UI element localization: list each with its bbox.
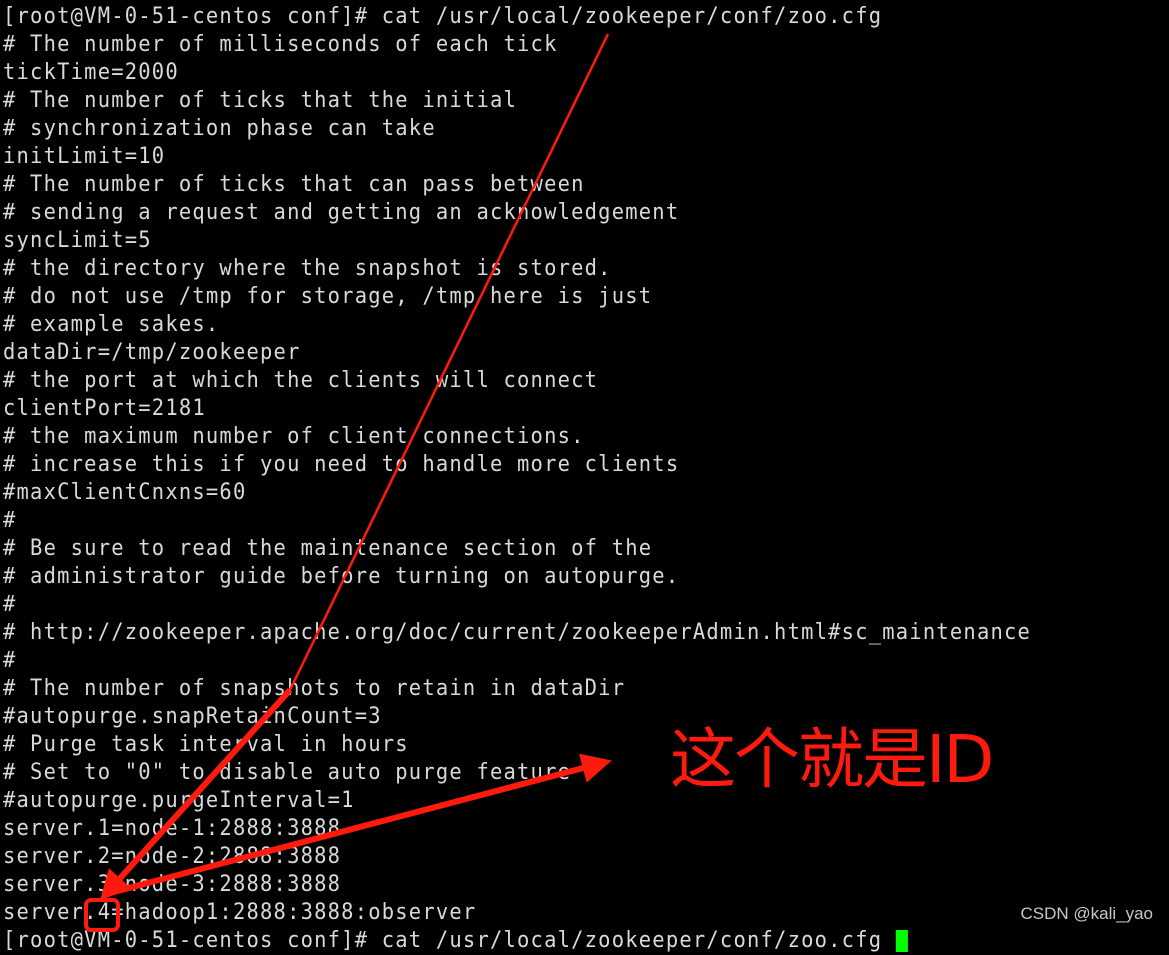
- terminal-window[interactable]: [root@VM-0-51-centos conf]# cat /usr/loc…: [0, 0, 1169, 953]
- config-line: server.3=node-3:2888:3888: [3, 872, 342, 897]
- config-line: # do not use /tmp for storage, /tmp here…: [3, 284, 653, 309]
- config-line: # The number of milliseconds of each tic…: [3, 32, 558, 57]
- config-line: # Purge task interval in hours: [3, 732, 409, 757]
- config-line: clientPort=2181: [3, 396, 206, 421]
- watermark: CSDN @kali_yao: [1020, 904, 1153, 923]
- config-line: #: [3, 508, 17, 533]
- config-line: # administrator guide before turning on …: [3, 564, 680, 589]
- config-line: # the port at which the clients will con…: [3, 368, 599, 393]
- config-line: # Set to "0" to disable auto purge featu…: [3, 760, 572, 785]
- annotation-label: 这个就是ID: [670, 721, 994, 798]
- config-line: # sending a request and getting an ackno…: [3, 200, 680, 225]
- config-line: #: [3, 648, 17, 673]
- config-line: # The number of snapshots to retain in d…: [3, 676, 626, 701]
- config-line: server.2=node-2:2888:3888: [3, 844, 342, 869]
- shell-prompt-line: [root@VM-0-51-centos conf]# cat /usr/loc…: [3, 927, 908, 955]
- config-line: #maxClientCnxns=60: [3, 480, 247, 505]
- config-line: # The number of ticks that can pass betw…: [3, 172, 585, 197]
- config-line: initLimit=10: [3, 144, 166, 169]
- config-line: # synchronization phase can take: [3, 116, 436, 141]
- config-line: # the directory where the snapshot is st…: [3, 256, 612, 281]
- config-line: # the maximum number of client connectio…: [3, 424, 585, 449]
- config-line: # example sakes.: [3, 312, 220, 337]
- config-line: # The number of ticks that the initial: [3, 88, 518, 113]
- shell-prompt-line: [root@VM-0-51-centos conf]# cat /usr/loc…: [3, 4, 883, 29]
- config-line: server.1=node-1:2888:3888: [3, 816, 342, 841]
- config-line: syncLimit=5: [3, 228, 152, 253]
- config-line: # increase this if you need to handle mo…: [3, 452, 680, 477]
- config-line: dataDir=/tmp/zookeeper: [3, 340, 301, 365]
- config-line: # http://zookeeper.apache.org/doc/curren…: [3, 620, 1032, 645]
- terminal-cursor: [895, 930, 908, 952]
- config-line: # Be sure to read the maintenance sectio…: [3, 536, 653, 561]
- config-line: #autopurge.purgeInterval=1: [3, 788, 355, 813]
- config-line: server.4=hadoop1:2888:3888:observer: [3, 900, 477, 925]
- config-line: #: [3, 592, 17, 617]
- config-line: #autopurge.snapRetainCount=3: [3, 704, 382, 729]
- config-line: tickTime=2000: [3, 60, 179, 85]
